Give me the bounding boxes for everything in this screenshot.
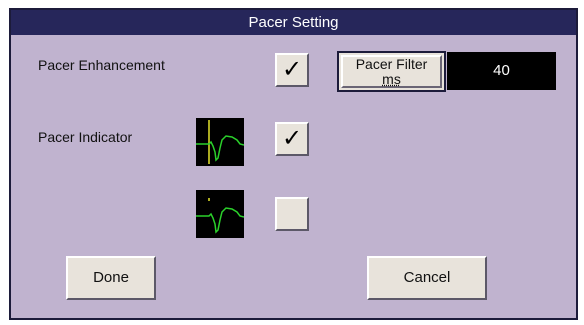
pacer-filter-label: Pacer Filter (355, 56, 428, 72)
pacer-indicator-checkbox[interactable]: ✓ (275, 122, 309, 156)
pacer-enhancement-label: Pacer Enhancement (38, 57, 165, 73)
pacer-indicator-label: Pacer Indicator (38, 129, 133, 145)
dialog-title: Pacer Setting (11, 10, 576, 35)
pacer-enhancement-checkbox[interactable]: ✓ (275, 53, 309, 87)
waveform-with-marker-icon (196, 118, 245, 166)
pacer-indicator-off-checkbox[interactable] (275, 197, 309, 231)
checkmark-icon: ✓ (281, 125, 303, 152)
pacer-filter-unit: ms (382, 71, 401, 87)
cancel-button[interactable]: Cancel (367, 256, 487, 300)
checkmark-icon: ✓ (281, 56, 303, 83)
pacer-setting-dialog: Pacer Setting Pacer Enhancement ✓ Pacer … (9, 8, 578, 320)
pacer-filter-button[interactable]: Pacer Filter ms (337, 51, 446, 92)
waveform-without-marker-icon (196, 190, 245, 238)
done-button[interactable]: Done (66, 256, 156, 300)
pacer-filter-value[interactable]: 40 (447, 52, 556, 90)
